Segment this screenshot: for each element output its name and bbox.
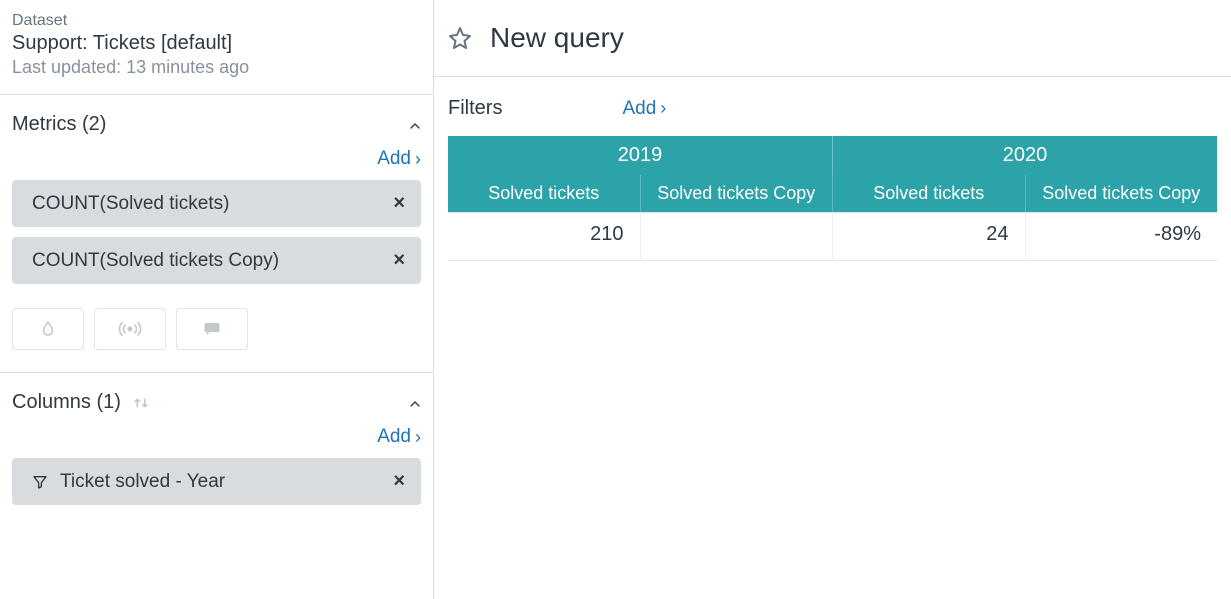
favorite-button[interactable] [448,26,472,50]
live-icon-button[interactable] [94,308,166,350]
dataset-block: Dataset Support: Tickets [default] Last … [0,0,433,95]
table-subheader-row: Solved tickets Solved tickets Copy Solve… [448,175,1217,213]
dataset-title[interactable]: Support: Tickets [default] [12,32,417,55]
table-header-year[interactable]: 2020 [833,136,1217,175]
metric-icon-row [12,308,421,350]
chevron-right-icon: › [415,149,421,170]
columns-header[interactable]: Columns (1) [12,391,421,414]
table-cell: 24 [833,213,1026,260]
metrics-section: Metrics (2) Add › COUNT(Solved tickets) … [0,95,433,373]
add-link-label: Add [377,426,411,448]
metrics-title: Metrics (2) [12,113,106,136]
metric-pill[interactable]: COUNT(Solved tickets) × [12,180,421,227]
table-cell [641,213,834,260]
table-cell: -89% [1026,213,1218,260]
table-row: 210 24 -89% [448,213,1217,260]
table-subheader[interactable]: Solved tickets [448,175,641,212]
chevron-right-icon: › [660,98,666,119]
main-panel: New query Filters Add › 2019 2020 Solved… [434,0,1231,599]
main-header: New query [434,0,1231,77]
drop-icon-button[interactable] [12,308,84,350]
chevron-right-icon: › [415,427,421,448]
chevron-up-icon [407,396,421,410]
swap-icon[interactable] [131,394,151,412]
dataset-updated: Last updated: 13 minutes ago [12,57,417,78]
comment-icon-button[interactable] [176,308,248,350]
table-header-year[interactable]: 2019 [448,136,833,175]
table-cell: 210 [448,213,641,260]
metric-pill[interactable]: COUNT(Solved tickets Copy) × [12,237,421,284]
filters-row: Filters Add › [434,77,1231,136]
broadcast-icon [117,320,143,338]
funnel-icon [32,474,48,490]
metric-pill-label: COUNT(Solved tickets Copy) [32,250,279,272]
dataset-label: Dataset [12,12,417,30]
columns-add-link[interactable]: Add › [377,426,421,448]
add-link-label: Add [377,148,411,170]
results-table: 2019 2020 Solved tickets Solved tickets … [448,136,1217,261]
add-link-label: Add [622,98,656,120]
close-icon[interactable]: × [393,192,405,215]
star-icon [448,26,472,50]
query-title[interactable]: New query [490,22,624,54]
columns-section: Columns (1) Add › Ticket solved - Year [0,373,433,527]
column-pill-label: Ticket solved - Year [60,471,225,493]
columns-title: Columns (1) [12,391,121,414]
comment-icon [202,320,222,338]
metrics-header[interactable]: Metrics (2) [12,113,421,136]
column-pill[interactable]: Ticket solved - Year × [12,458,421,505]
metrics-add-link[interactable]: Add › [377,148,421,170]
table-subheader[interactable]: Solved tickets Copy [1026,175,1218,212]
chevron-up-icon [407,118,421,132]
drop-icon [39,319,57,339]
sidebar: Dataset Support: Tickets [default] Last … [0,0,434,599]
close-icon[interactable]: × [393,470,405,493]
table-subheader[interactable]: Solved tickets [833,175,1026,212]
metric-pill-label: COUNT(Solved tickets) [32,193,229,215]
table-header-row: 2019 2020 [448,136,1217,175]
filters-label: Filters [448,97,502,120]
filters-add-link[interactable]: Add › [622,98,666,120]
table-subheader[interactable]: Solved tickets Copy [641,175,834,212]
close-icon[interactable]: × [393,249,405,272]
